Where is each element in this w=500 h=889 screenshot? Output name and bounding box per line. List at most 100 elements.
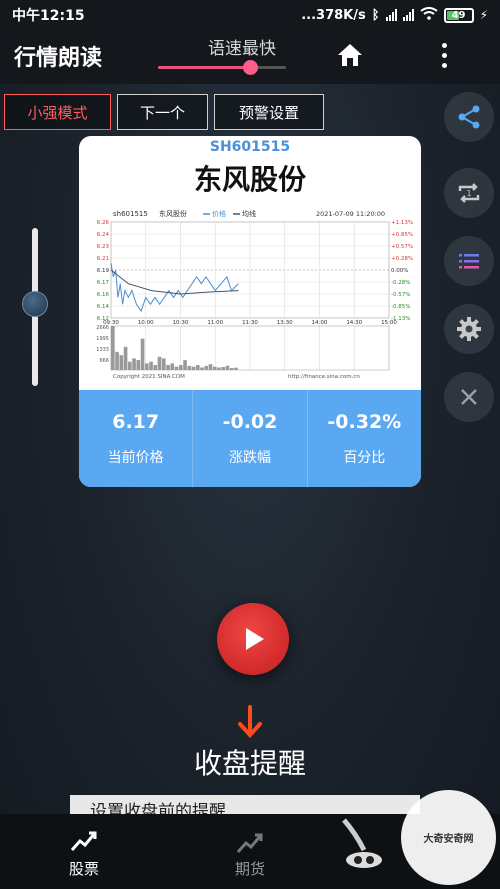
- alert-title: 收盘提醒: [193, 747, 306, 780]
- chart-volume-bar: [119, 355, 124, 370]
- chart-volume-tick: 666: [99, 358, 109, 364]
- chart-pct-tick: 0.00%: [391, 268, 408, 274]
- bluetooth-icon: ᛒ: [371, 7, 380, 23]
- chart-time-tick: 15:00: [381, 320, 397, 326]
- chart-time-tick: 11:30: [242, 320, 258, 326]
- chart-volume-bar: [153, 365, 158, 370]
- intraday-chart: sh601515 东风股份 价格 均线 2021-07-09 11:20:00 …: [96, 210, 413, 380]
- chart-volume-bar: [136, 360, 141, 370]
- nav-item-stocks[interactable]: 股票: [44, 814, 124, 889]
- speed-slider-thumb[interactable]: [243, 60, 259, 75]
- chart-time-tick: 13:30: [277, 320, 293, 326]
- stock-stats: 6.17 当前价格 -0.02 涨跌幅 -0.32% 百分比: [79, 390, 421, 487]
- chart-volume-bar: [195, 365, 200, 370]
- chart-url: http://finance.sina.com.cn: [288, 374, 360, 380]
- app-title: 行情朗读: [14, 46, 103, 71]
- play-button[interactable]: [217, 603, 289, 675]
- stat-percent: -0.32% 百分比: [308, 390, 421, 487]
- chart-copyright: Copyright 2021 SINA.COM: [113, 374, 185, 380]
- chart-volume-tick: 1333: [96, 347, 109, 353]
- arrow-down-icon: [238, 705, 262, 738]
- chart-time-tick: 14:00: [312, 320, 328, 326]
- chart-price-tick: 6.17: [97, 280, 110, 286]
- watermark-logo: 大奇安奇网: [401, 790, 496, 885]
- chart-volume-bar: [149, 361, 153, 370]
- stock-code: SH601515: [209, 139, 291, 155]
- chart-volume-bar: [161, 358, 166, 370]
- chart-date: 2021-07-09 11:20:00: [316, 210, 385, 218]
- chart-pct-tick: -0.85%: [391, 304, 410, 310]
- chart-price-tick: 6.23: [97, 244, 110, 250]
- status-bar: 中午12:15 ...378K/s ᛒ 49 ⚡: [0, 0, 500, 30]
- home-button[interactable]: [334, 39, 366, 71]
- stat-change-label: 涨跌幅: [228, 449, 271, 466]
- chart-volume-bar: [115, 351, 119, 370]
- chart-pct-tick: +1.13%: [391, 220, 413, 226]
- svg-text:1: 1: [466, 189, 471, 198]
- play-icon: [246, 628, 264, 650]
- app-header: 行情朗读 语速最快: [0, 30, 500, 84]
- chart-volume-bar: [140, 338, 145, 370]
- repeat-button[interactable]: 1: [444, 168, 494, 218]
- chart-volume-tick: 2666: [96, 325, 109, 331]
- playlist-button[interactable]: [444, 236, 494, 286]
- trend-icon: [236, 833, 263, 853]
- wifi-icon: [419, 6, 438, 24]
- more-menu-button[interactable]: [432, 39, 456, 71]
- status-time: 中午12:15: [12, 8, 85, 24]
- watermark-text: 大奇安奇网: [423, 834, 474, 845]
- signal-icon: [385, 9, 397, 21]
- mode-bar: 小强模式 下一个 预警设置: [4, 94, 324, 130]
- stat-change: -0.02 涨跌幅: [193, 390, 308, 487]
- chart-volume-tick: 1995: [96, 336, 109, 342]
- volume-slider[interactable]: [22, 228, 48, 386]
- share-button[interactable]: [444, 92, 494, 142]
- chart-price-tick: 6.16: [97, 292, 110, 298]
- chart-pct-tick: +0.28%: [391, 256, 413, 262]
- chart-volume-bar: [127, 361, 132, 370]
- list-icon: [459, 254, 479, 269]
- chart-price-tick: 6.14: [97, 304, 110, 310]
- mode-button-xiaoqiang[interactable]: 小强模式: [4, 94, 111, 130]
- chart-time-tick: 10:30: [173, 320, 189, 326]
- chart-volume-bar: [183, 360, 187, 370]
- alert-settings-button[interactable]: 预警设置: [214, 94, 324, 130]
- chart-volume-bar: [204, 365, 209, 370]
- chart-volume-bar: [144, 363, 149, 370]
- close-button[interactable]: [444, 372, 494, 422]
- chart-volume-bar: [170, 363, 175, 370]
- chart-volume-bar: [234, 367, 238, 370]
- speed-slider[interactable]: [158, 60, 286, 75]
- chart-volume-bar: [200, 367, 204, 370]
- stat-price-value: 6.17: [112, 410, 160, 433]
- chart-time-tick: 14:30: [346, 320, 362, 326]
- nav-item-futures[interactable]: 期货: [210, 814, 290, 889]
- chart-volume-bar: [157, 356, 162, 370]
- chart-volume-bar: [123, 346, 128, 370]
- chart-volume-bar: [225, 365, 230, 370]
- stat-price-label: 当前价格: [107, 449, 164, 466]
- chart-volume-bar: [229, 368, 234, 370]
- chart-volume-bar: [191, 366, 196, 370]
- share-icon: [458, 105, 480, 129]
- chart-volume-bar: [166, 365, 170, 370]
- trend-up-icon: [70, 831, 97, 851]
- volume-slider-thumb[interactable]: [22, 290, 48, 317]
- stat-price: 6.17 当前价格: [79, 390, 194, 487]
- chart-volume-bar: [212, 366, 217, 370]
- chart-volume-bar: [174, 366, 179, 370]
- chart-header-name: 东风股份: [159, 210, 187, 218]
- speed-slider-fill: [158, 66, 251, 69]
- battery-icon: 49: [443, 7, 474, 23]
- signal-icon-2: [402, 9, 414, 21]
- stock-card[interactable]: SH601515 东风股份 sh601515 东风股份 价格 均线 2021-0…: [79, 136, 421, 487]
- chart-price-tick: 6.19: [97, 268, 110, 274]
- home-icon: [338, 44, 362, 66]
- chart-volume-bar: [111, 326, 115, 370]
- next-button[interactable]: 下一个: [117, 94, 208, 130]
- stat-percent-label: 百分比: [343, 449, 386, 466]
- chart-legend-price: 价格: [212, 210, 226, 218]
- close-icon: [461, 389, 477, 405]
- chart-pct-tick: +0.57%: [391, 244, 413, 250]
- settings-button[interactable]: [444, 304, 494, 354]
